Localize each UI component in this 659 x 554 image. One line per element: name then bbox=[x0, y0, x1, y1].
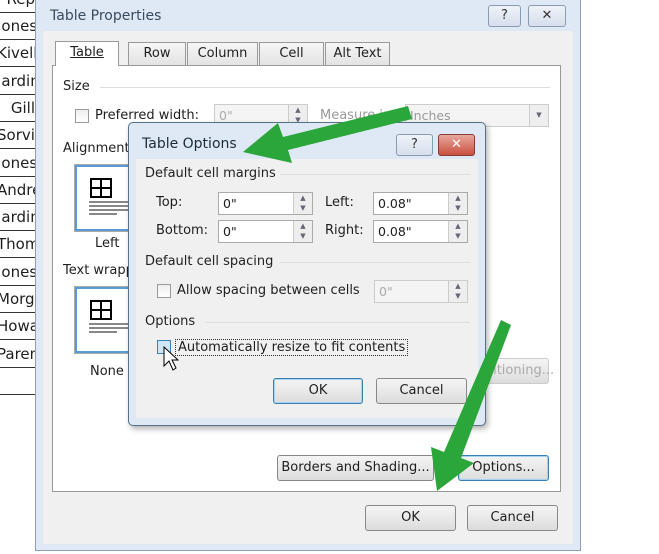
annotation-arrows bbox=[243, 106, 511, 491]
arrow-to-options-icon bbox=[431, 320, 511, 491]
arrow-to-title-icon bbox=[243, 106, 412, 163]
tab-table[interactable]: Table bbox=[55, 41, 119, 66]
tab-label: Table bbox=[70, 45, 104, 60]
